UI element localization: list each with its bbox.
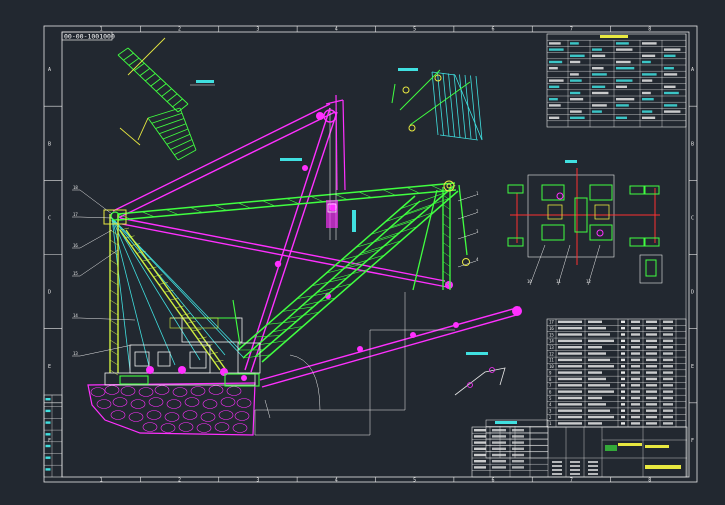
parts-row-number: 2 bbox=[549, 415, 552, 420]
parts-row-number: 11 bbox=[549, 358, 554, 363]
parts-row-number: 8 bbox=[549, 377, 552, 382]
parts-row-number: 16 bbox=[549, 326, 554, 331]
parts-row-number: 9 bbox=[549, 370, 552, 375]
zone-col-label-top: 2 bbox=[178, 27, 181, 33]
callout-number: 14 bbox=[73, 313, 78, 318]
jib-detail bbox=[454, 352, 506, 396]
zone-col-label-bottom: 5 bbox=[413, 478, 416, 484]
callout-number: 4 bbox=[476, 257, 479, 262]
callout-number: 10 bbox=[527, 279, 532, 284]
zone-row-label-right: A bbox=[691, 67, 694, 73]
zone-row-label-left: A bbox=[48, 67, 51, 73]
parts-row-number: 10 bbox=[549, 364, 554, 369]
callout-number: 2 bbox=[476, 209, 479, 214]
zone-row-label-right: B bbox=[691, 141, 694, 147]
zone-row-label-right: D bbox=[691, 290, 694, 296]
zone-col-label-top: 3 bbox=[256, 27, 259, 33]
head-sheaves bbox=[443, 180, 470, 266]
drawing-number-text: 00-00-1001000 bbox=[64, 33, 115, 41]
spec-table bbox=[546, 33, 687, 128]
callout-number: 18 bbox=[73, 185, 78, 190]
callout-number: 1 bbox=[476, 191, 479, 196]
parts-row-number: 15 bbox=[549, 332, 554, 337]
zone-col-label-top: 7 bbox=[570, 27, 573, 33]
parts-row-number: 6 bbox=[549, 389, 552, 394]
zone-row-label-right: C bbox=[691, 215, 694, 221]
zone-col-label-bottom: 4 bbox=[335, 478, 338, 484]
callouts-right: 123410 11 12 bbox=[457, 191, 591, 284]
callout-number: 17 bbox=[73, 212, 78, 217]
zone-row-label-left: E bbox=[48, 364, 51, 370]
dimension-lines bbox=[254, 292, 455, 436]
zone-row-label-left: F bbox=[48, 438, 51, 444]
upper-boom-magenta bbox=[112, 103, 521, 388]
zone-col-label-bottom: 8 bbox=[648, 478, 651, 484]
ladder-detail-label bbox=[190, 80, 215, 86]
parts-row-number: 7 bbox=[549, 383, 552, 388]
title-block bbox=[471, 426, 688, 478]
zone-col-label-bottom: 1 bbox=[100, 478, 103, 484]
ladder-detail-left bbox=[117, 37, 197, 161]
parts-row-number: 14 bbox=[549, 339, 554, 344]
zone-row-label-right: F bbox=[691, 438, 694, 444]
zone-col-label-bottom: 6 bbox=[492, 478, 495, 484]
zone-row-label-left: B bbox=[48, 141, 51, 147]
parts-row-number: 12 bbox=[549, 351, 554, 356]
zone-col-label-top: 8 bbox=[648, 27, 651, 33]
cad-drawing-canvas: 1122334455667788A AB BC CD DE EF F 00-00-10010… bbox=[43, 25, 698, 484]
callout-number: 13 bbox=[73, 351, 78, 356]
zone-row-label-left: C bbox=[48, 215, 51, 221]
tie-lines-cyan bbox=[111, 217, 244, 371]
callout-number: 16 bbox=[73, 243, 78, 248]
drawing-number-stamp: 00-00-1001000 bbox=[61, 31, 115, 41]
parts-row-number: 13 bbox=[549, 345, 554, 350]
left-approval-strip bbox=[43, 394, 63, 478]
zone-col-label-top: 6 bbox=[492, 27, 495, 33]
basket-detail-right bbox=[391, 68, 483, 141]
callout-number: 15 bbox=[73, 271, 78, 276]
main-lattice-boom-green bbox=[117, 182, 459, 363]
column-lacing bbox=[442, 194, 451, 286]
parts-row-number: 5 bbox=[549, 396, 552, 401]
parts-row-number: 3 bbox=[549, 409, 552, 414]
zone-col-label-bottom: 7 bbox=[570, 478, 573, 484]
boom-assembly bbox=[103, 103, 522, 388]
parts-row-number: 4 bbox=[549, 402, 552, 407]
ground-rocks bbox=[90, 385, 252, 433]
parts-row-number: 1 bbox=[549, 421, 552, 426]
zone-col-label-bottom: 2 bbox=[178, 478, 181, 484]
zone-col-label-top: 4 bbox=[335, 27, 338, 33]
zone-col-label-bottom: 3 bbox=[256, 478, 259, 484]
parts-row-number: 17 bbox=[549, 320, 554, 325]
zone-row-label-left: D bbox=[48, 290, 51, 296]
callout-number: 3 bbox=[476, 229, 479, 234]
revision-table bbox=[485, 419, 549, 459]
boom-hinge-pins bbox=[274, 112, 522, 352]
zone-col-label-top: 5 bbox=[413, 27, 416, 33]
parts-list-table: 171615 141312 11109 876 54 321 bbox=[546, 318, 687, 428]
plan-view-detail bbox=[507, 160, 663, 286]
carbody bbox=[87, 299, 261, 436]
zone-row-label-right: E bbox=[691, 364, 694, 370]
